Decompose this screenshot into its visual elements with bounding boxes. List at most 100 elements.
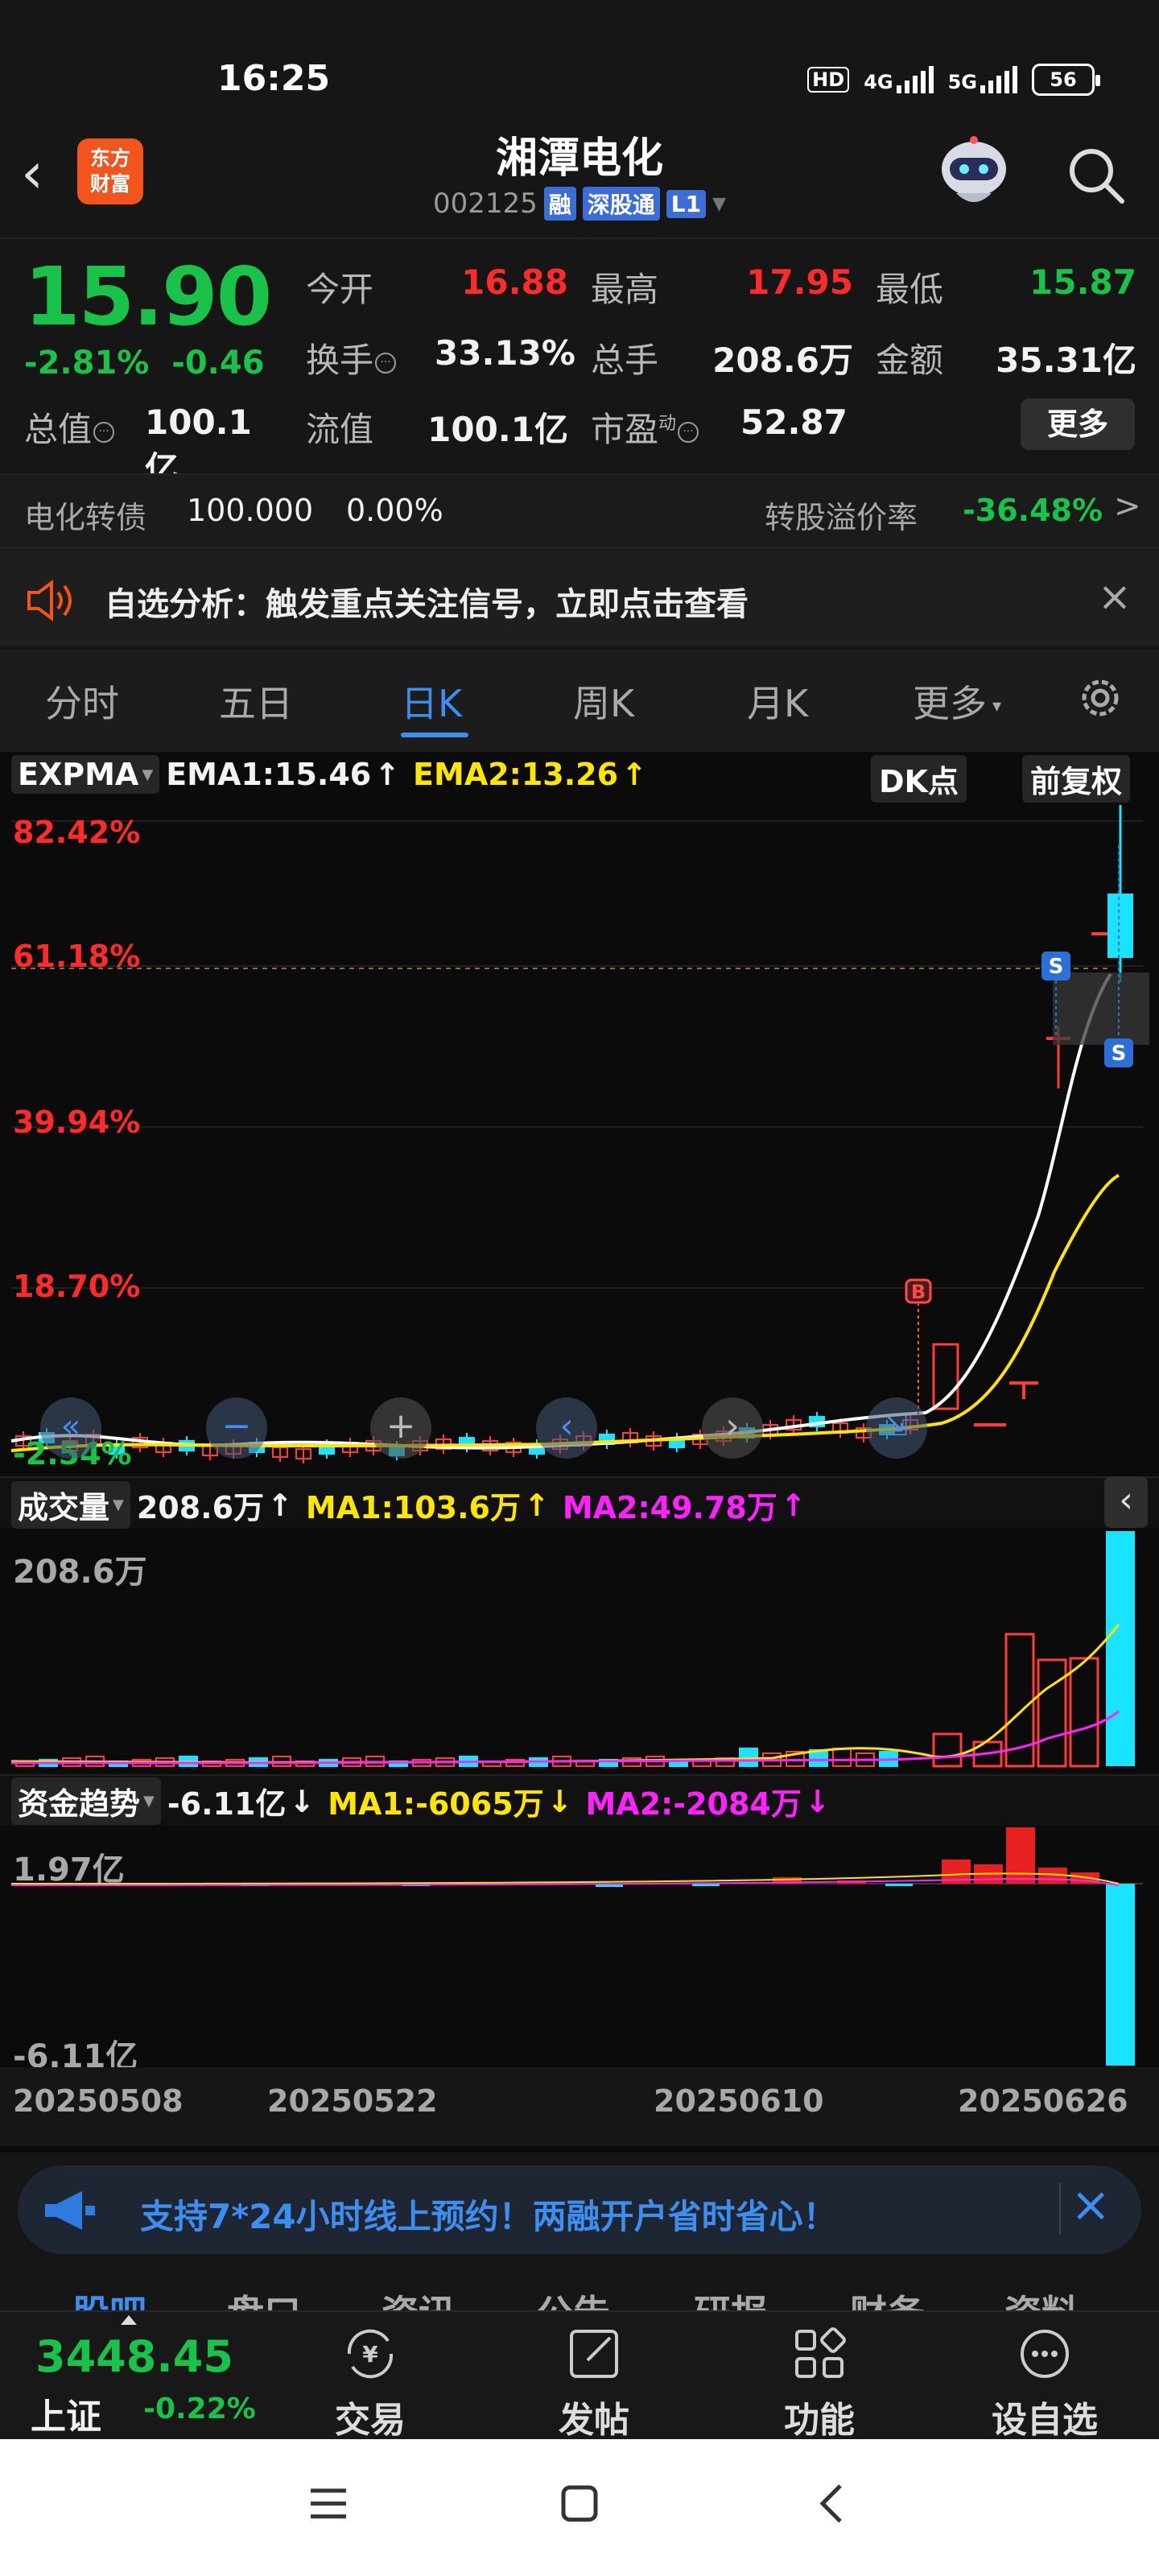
index-value[interactable]: 3448.45 — [35, 2331, 233, 2382]
total-cap-label[interactable]: 总值 ··· — [24, 402, 115, 452]
svg-text:¥: ¥ — [362, 2341, 378, 2368]
date-label-2: 20250522 — [267, 2083, 438, 2119]
subtab-forum[interactable]: 股吧 — [72, 2285, 146, 2310]
sell-marker-2: S — [1112, 1042, 1127, 1066]
float-cap-value: 100.1亿 — [427, 410, 568, 449]
tab-intraday[interactable]: 分时 — [45, 675, 119, 728]
banner-text: 支持7*24小时线上预约！两融开户省时省心！ — [140, 2197, 837, 2236]
buy-marker: B — [911, 1281, 926, 1303]
date-label-3: 20250610 — [654, 2083, 824, 2119]
dk-point-button[interactable]: DK点 — [871, 755, 967, 803]
tab-daily-k[interactable]: 日K — [401, 675, 462, 728]
fund-bar — [692, 1884, 720, 1886]
open-label: 今开 — [306, 270, 374, 309]
reset-position-icon[interactable]: ⇲ — [866, 1397, 927, 1459]
zoom-in-icon[interactable]: + — [370, 1397, 431, 1459]
info-icon: ··· — [93, 421, 115, 443]
date-label-1: 20250508 — [13, 2083, 184, 2119]
tab-weekly-k[interactable]: 周K — [573, 675, 634, 728]
subtab-announcements[interactable]: 公告 — [536, 2285, 610, 2310]
volume-ma1: MA1:103.6万 — [305, 1490, 521, 1525]
fund-ma1: MA1:-6065万 — [328, 1786, 544, 1822]
ema1-value: EMA1:15.46 — [166, 757, 372, 792]
info-icon: ··· — [678, 421, 699, 443]
bond-change: 0.00% — [346, 493, 443, 528]
menu-icon[interactable] — [304, 2479, 353, 2528]
float-cap-label: 流值 — [306, 410, 374, 449]
fund-bar — [1006, 1827, 1035, 1884]
high-value: 17.95 — [746, 262, 853, 302]
candle — [1107, 894, 1133, 958]
fund-select[interactable]: 资金趋势 ▼ — [11, 1777, 161, 1825]
close-icon[interactable]: × — [1098, 573, 1132, 620]
margin-tag: 融 — [543, 187, 576, 221]
high-label: 最高 — [591, 270, 659, 309]
zoom-out-icon[interactable]: − — [206, 1397, 267, 1459]
adjust-button[interactable]: 前复权 — [1022, 755, 1131, 803]
home-icon[interactable] — [555, 2479, 604, 2528]
scroll-left-fast-icon[interactable]: « — [40, 1397, 101, 1459]
tab-monthly-k[interactable]: 月K — [747, 675, 808, 728]
subtab-news[interactable]: 资讯 — [382, 2285, 456, 2310]
subtab-orderbook[interactable]: 盘口 — [227, 2285, 301, 2310]
more-dots-icon — [1021, 2330, 1069, 2378]
signal-4g-icon: 4G — [864, 66, 934, 93]
back-icon[interactable] — [808, 2479, 856, 2528]
volume-bar — [1069, 1657, 1099, 1768]
volume-label: 总手 — [591, 341, 659, 380]
ema2-value: EMA2:13.26 — [413, 757, 619, 792]
search-icon[interactable] — [1064, 143, 1128, 208]
volume-bar — [1106, 1531, 1135, 1766]
fund-value: -6.11亿 — [167, 1786, 287, 1822]
volume-bar — [932, 1732, 963, 1768]
volume-value: 208.6万 — [136, 1490, 265, 1525]
current-price: 15.90 — [24, 250, 272, 344]
indicator-select[interactable]: EXPMA ▼ — [11, 755, 160, 794]
edit-icon — [570, 2330, 618, 2378]
kline-main-plot[interactable]: B S S — [0, 797, 1159, 1473]
turnover-label[interactable]: 换手 ··· — [306, 333, 397, 382]
subtab-profile[interactable]: 资料 — [1004, 2285, 1079, 2310]
volume-select[interactable]: 成交量 ▼ — [11, 1481, 130, 1529]
info-icon: ··· — [375, 352, 397, 374]
amount-label: 金额 — [876, 341, 944, 380]
robot-assistant-icon[interactable] — [932, 134, 1016, 211]
subtab-finance[interactable]: 财务 — [850, 2285, 924, 2310]
index-change: -0.22% — [143, 2392, 256, 2425]
low-value: 15.87 — [1029, 262, 1136, 302]
premium-label: 转股溢价率 — [765, 500, 918, 535]
status-bar — [0, 0, 1159, 121]
amount-value: 35.31亿 — [996, 341, 1136, 380]
turnover-value: 33.13% — [435, 333, 575, 373]
pe-label[interactable]: 市盈动 ··· — [591, 402, 699, 452]
nav-watchlist-settings[interactable]: 设自选 — [980, 2325, 1109, 2442]
volume-indicator-row: 成交量 ▼ 208.6万 ↑ MA1:103.6万 ↑ MA2:49.78万 ↑ — [11, 1481, 806, 1529]
axis-label-max: 82.42% — [13, 815, 141, 850]
scroll-right-icon[interactable]: › — [702, 1397, 763, 1459]
more-button[interactable]: 更多 — [1021, 398, 1135, 450]
collapse-panel-icon[interactable]: ‹ — [1104, 1476, 1148, 1528]
bottom-sub-tabs: 股吧 盘口 资讯 公告 研报 财务 资料 — [0, 2262, 1159, 2310]
fund-bar — [1106, 1884, 1135, 2066]
banner-divider — [1059, 2183, 1061, 2235]
gear-icon[interactable] — [1074, 671, 1127, 724]
low-label: 最低 — [876, 270, 944, 309]
fund-indicator-row: 资金趋势 ▼ -6.11亿 ↓ MA1:-6065万 ↓ MA2:-2084万 ↓ — [11, 1777, 831, 1825]
hd-icon: HD — [807, 67, 850, 93]
connect-tag: 深股通 — [582, 187, 660, 221]
tab-more[interactable]: 更多 ▾ — [913, 675, 1001, 728]
main-indicator-row: EXPMA ▼ EMA1:15.46 ↑ EMA2:13.26 ↑ — [11, 755, 647, 794]
bond-name: 电化转债 — [24, 500, 147, 535]
subtab-research[interactable]: 研报 — [694, 2285, 768, 2310]
tab-five-day[interactable]: 五日 — [219, 675, 293, 728]
scroll-left-icon[interactable]: ‹ — [536, 1397, 597, 1459]
caret-up-icon — [121, 2315, 137, 2325]
grid-apps-icon — [795, 2327, 846, 2378]
nav-functions[interactable]: 功能 — [755, 2325, 884, 2442]
fund-bar — [885, 1884, 913, 1886]
banner-close-icon[interactable]: × — [1070, 2177, 1111, 2233]
volume-bar — [832, 1748, 852, 1767]
nav-post[interactable]: 发帖 — [530, 2325, 658, 2442]
nav-trade[interactable]: ¥ 交易 — [306, 2325, 435, 2442]
sell-marker-1: S — [1049, 955, 1064, 979]
